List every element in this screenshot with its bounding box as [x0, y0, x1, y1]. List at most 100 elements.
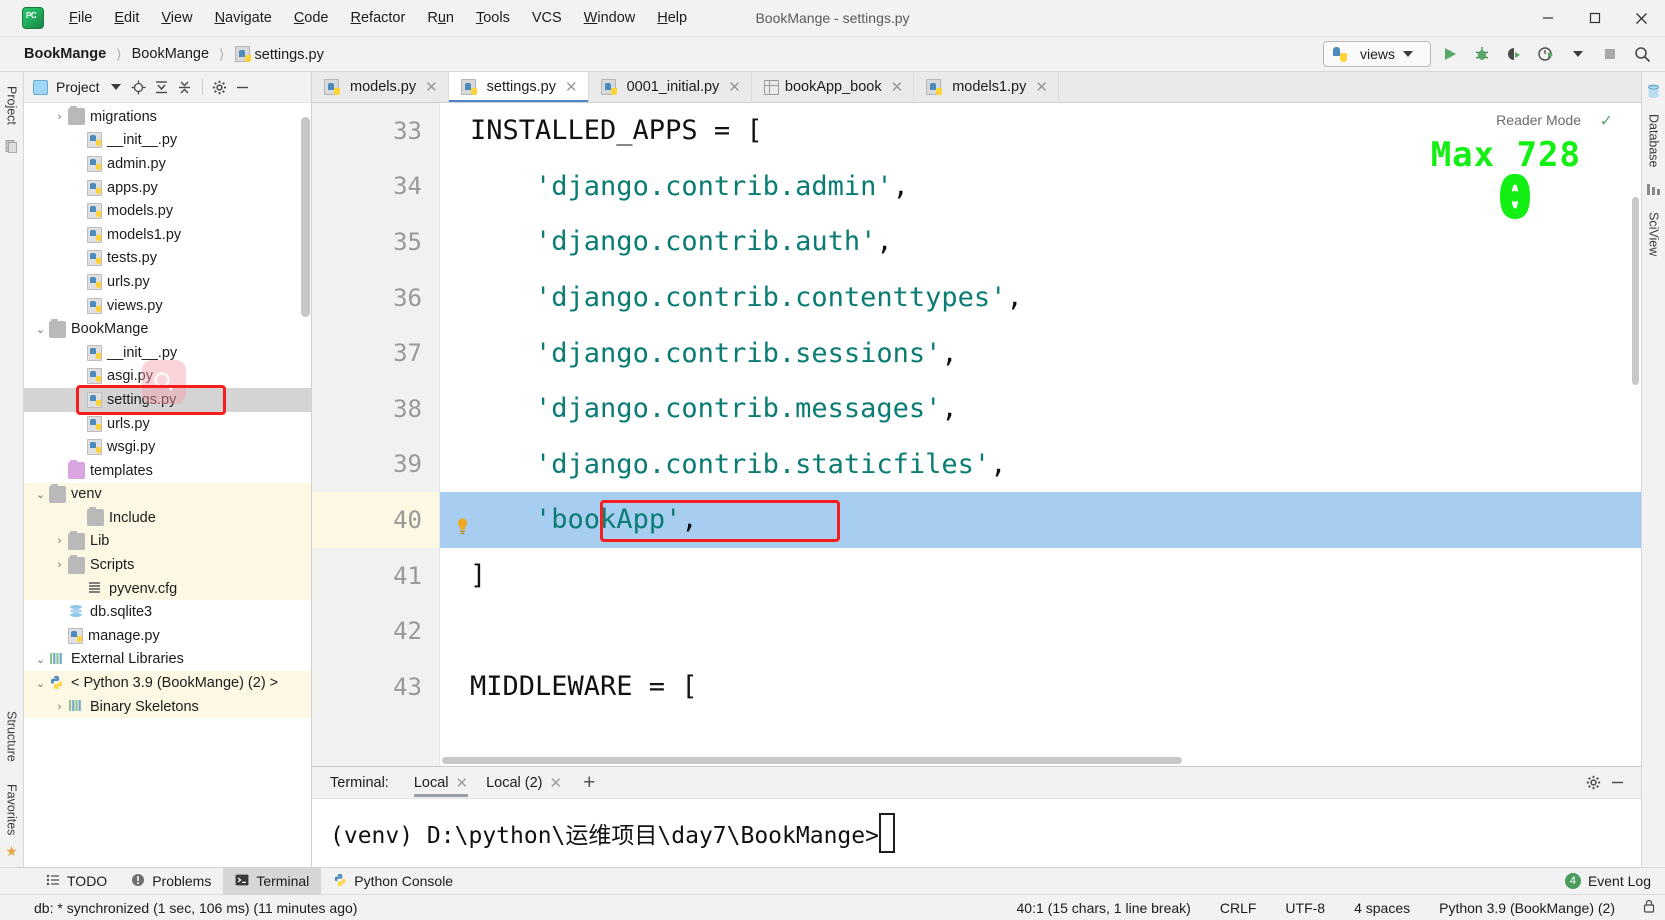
- close-icon[interactable]: ✕: [728, 78, 741, 96]
- close-icon[interactable]: ✕: [565, 78, 578, 96]
- tree-node[interactable]: apps.py: [24, 176, 311, 200]
- line-number[interactable]: 33: [312, 103, 439, 159]
- database-icon[interactable]: [1646, 84, 1662, 100]
- tree-node[interactable]: models.py: [24, 199, 311, 223]
- project-tree[interactable]: › migrations __init__.py admin.py apps.py mod…: [24, 103, 311, 867]
- code-line[interactable]: 'django.contrib.messages',: [440, 381, 1641, 437]
- collapse-all-icon[interactable]: [175, 77, 195, 97]
- close-icon[interactable]: ✕: [891, 78, 904, 96]
- line-number[interactable]: 43: [312, 659, 439, 715]
- tool-tab-project[interactable]: Project: [2, 78, 22, 133]
- file-encoding[interactable]: UTF-8: [1270, 900, 1339, 916]
- terminal-tab-local[interactable]: Local ✕: [405, 767, 477, 799]
- line-number[interactable]: 41: [312, 548, 439, 604]
- tree-expander[interactable]: ›: [51, 111, 68, 123]
- tool-window-button[interactable]: Python Console: [321, 868, 465, 895]
- menu-edit[interactable]: Edit: [103, 7, 150, 29]
- code-line[interactable]: 'bookApp',: [440, 492, 1641, 548]
- profile-button[interactable]: [1533, 41, 1559, 67]
- run-coverage-button[interactable]: [1501, 41, 1527, 67]
- tree-node[interactable]: manage.py: [24, 624, 311, 648]
- close-button[interactable]: [1618, 0, 1665, 37]
- python-interpreter[interactable]: Python 3.9 (BookMange) (2): [1424, 900, 1629, 916]
- stop-button[interactable]: [1597, 41, 1623, 67]
- tree-node[interactable]: urls.py: [24, 412, 311, 436]
- tree-node[interactable]: views.py: [24, 294, 311, 318]
- tool-tab-sciview[interactable]: SciView: [1644, 204, 1664, 264]
- tree-node[interactable]: ⌄ < Python 3.9 (BookMange) (2) >: [24, 671, 311, 695]
- menu-code[interactable]: Code: [283, 7, 340, 29]
- tree-node[interactable]: admin.py: [24, 152, 311, 176]
- menu-refactor[interactable]: Refactor: [340, 7, 417, 29]
- tree-expander[interactable]: ›: [51, 559, 68, 571]
- editor-tab[interactable]: 0001_initial.py ✕: [588, 72, 752, 102]
- intention-bulb-icon[interactable]: [456, 511, 468, 535]
- close-icon[interactable]: ✕: [1035, 78, 1048, 96]
- terminal-output[interactable]: (venv) D:\python\运维项目\day7\BookMange>: [312, 799, 1641, 867]
- line-number[interactable]: 35: [312, 214, 439, 270]
- line-number[interactable]: 34: [312, 159, 439, 215]
- tool-tab-structure[interactable]: Structure: [2, 703, 22, 770]
- search-icon[interactable]: [1629, 41, 1655, 67]
- menu-vcs[interactable]: VCS: [521, 7, 573, 29]
- menu-help[interactable]: Help: [646, 7, 698, 29]
- chevron-down-icon[interactable]: [106, 77, 126, 97]
- close-icon[interactable]: ✕: [550, 774, 563, 792]
- tree-node[interactable]: › Scripts: [24, 553, 311, 577]
- tree-node[interactable]: urls.py: [24, 270, 311, 294]
- code-editor[interactable]: 33 34 35 36 37 38 39 40 41 42 43 INSTALLED_APPS = …: [312, 103, 1641, 766]
- tool-tab-favorites[interactable]: Favorites: [2, 776, 22, 843]
- indent-setting[interactable]: 4 spaces: [1339, 900, 1424, 916]
- menu-view[interactable]: View: [150, 7, 203, 29]
- breadcrumb-item-2[interactable]: settings.py: [231, 45, 328, 63]
- line-number[interactable]: 42: [312, 603, 439, 659]
- close-icon[interactable]: ✕: [456, 774, 469, 792]
- menu-run[interactable]: Run: [416, 7, 465, 29]
- tree-expander[interactable]: ›: [51, 701, 68, 713]
- tree-node[interactable]: ⌄ BookMange: [24, 317, 311, 341]
- gear-icon[interactable]: [1583, 773, 1603, 793]
- hide-panel-icon[interactable]: [233, 77, 253, 97]
- maximize-button[interactable]: [1571, 0, 1618, 37]
- line-number[interactable]: 36: [312, 270, 439, 326]
- line-number[interactable]: 39: [312, 437, 439, 493]
- editor-horizontal-scrollbar[interactable]: [442, 757, 1182, 764]
- profile-dropdown[interactable]: [1565, 41, 1591, 67]
- line-number-gutter[interactable]: 33 34 35 36 37 38 39 40 41 42 43: [312, 103, 440, 766]
- new-terminal-tab-button[interactable]: +: [571, 771, 607, 795]
- editor-tab[interactable]: models.py ✕: [312, 72, 449, 102]
- tree-node[interactable]: models1.py: [24, 223, 311, 247]
- documents-icon[interactable]: [4, 139, 20, 155]
- tree-expander[interactable]: ⌄: [32, 653, 49, 666]
- gear-icon[interactable]: [210, 77, 230, 97]
- code-line[interactable]: [440, 603, 1641, 659]
- tree-expander[interactable]: ⌄: [32, 488, 49, 501]
- menu-window[interactable]: Window: [573, 7, 647, 29]
- editor-tab[interactable]: settings.py ✕: [448, 72, 589, 102]
- tree-node[interactable]: ⌄ venv: [24, 482, 311, 507]
- debug-button[interactable]: [1469, 41, 1495, 67]
- event-log-area[interactable]: 4 Event Log: [1564, 873, 1665, 889]
- tree-node[interactable]: › migrations: [24, 105, 311, 129]
- breadcrumb-item-0[interactable]: BookMange: [20, 46, 110, 62]
- tree-node[interactable]: ⌄ External Libraries: [24, 648, 311, 672]
- line-number[interactable]: 37: [312, 325, 439, 381]
- code-line[interactable]: MIDDLEWARE = [: [440, 659, 1641, 715]
- tree-node[interactable]: tests.py: [24, 247, 311, 271]
- line-number[interactable]: 38: [312, 381, 439, 437]
- tree-node[interactable]: › Lib: [24, 529, 311, 554]
- locate-icon[interactable]: [129, 77, 149, 97]
- line-separator[interactable]: CRLF: [1205, 900, 1271, 916]
- code-line[interactable]: 'django.contrib.sessions',: [440, 325, 1641, 381]
- menu-tools[interactable]: Tools: [465, 7, 521, 29]
- close-icon[interactable]: ✕: [425, 78, 438, 96]
- tool-tab-database[interactable]: Database: [1644, 106, 1664, 176]
- event-log-label[interactable]: Event Log: [1588, 873, 1651, 889]
- code-line[interactable]: ]: [440, 548, 1641, 604]
- tree-node[interactable]: pyvenv.cfg: [24, 576, 311, 601]
- run-button[interactable]: [1437, 41, 1463, 67]
- tool-window-button[interactable]: Problems: [119, 868, 223, 895]
- code-line[interactable]: 'django.contrib.contenttypes',: [440, 270, 1641, 326]
- line-number[interactable]: 40: [312, 492, 439, 548]
- terminal-tab-local-2[interactable]: Local (2) ✕: [477, 767, 571, 799]
